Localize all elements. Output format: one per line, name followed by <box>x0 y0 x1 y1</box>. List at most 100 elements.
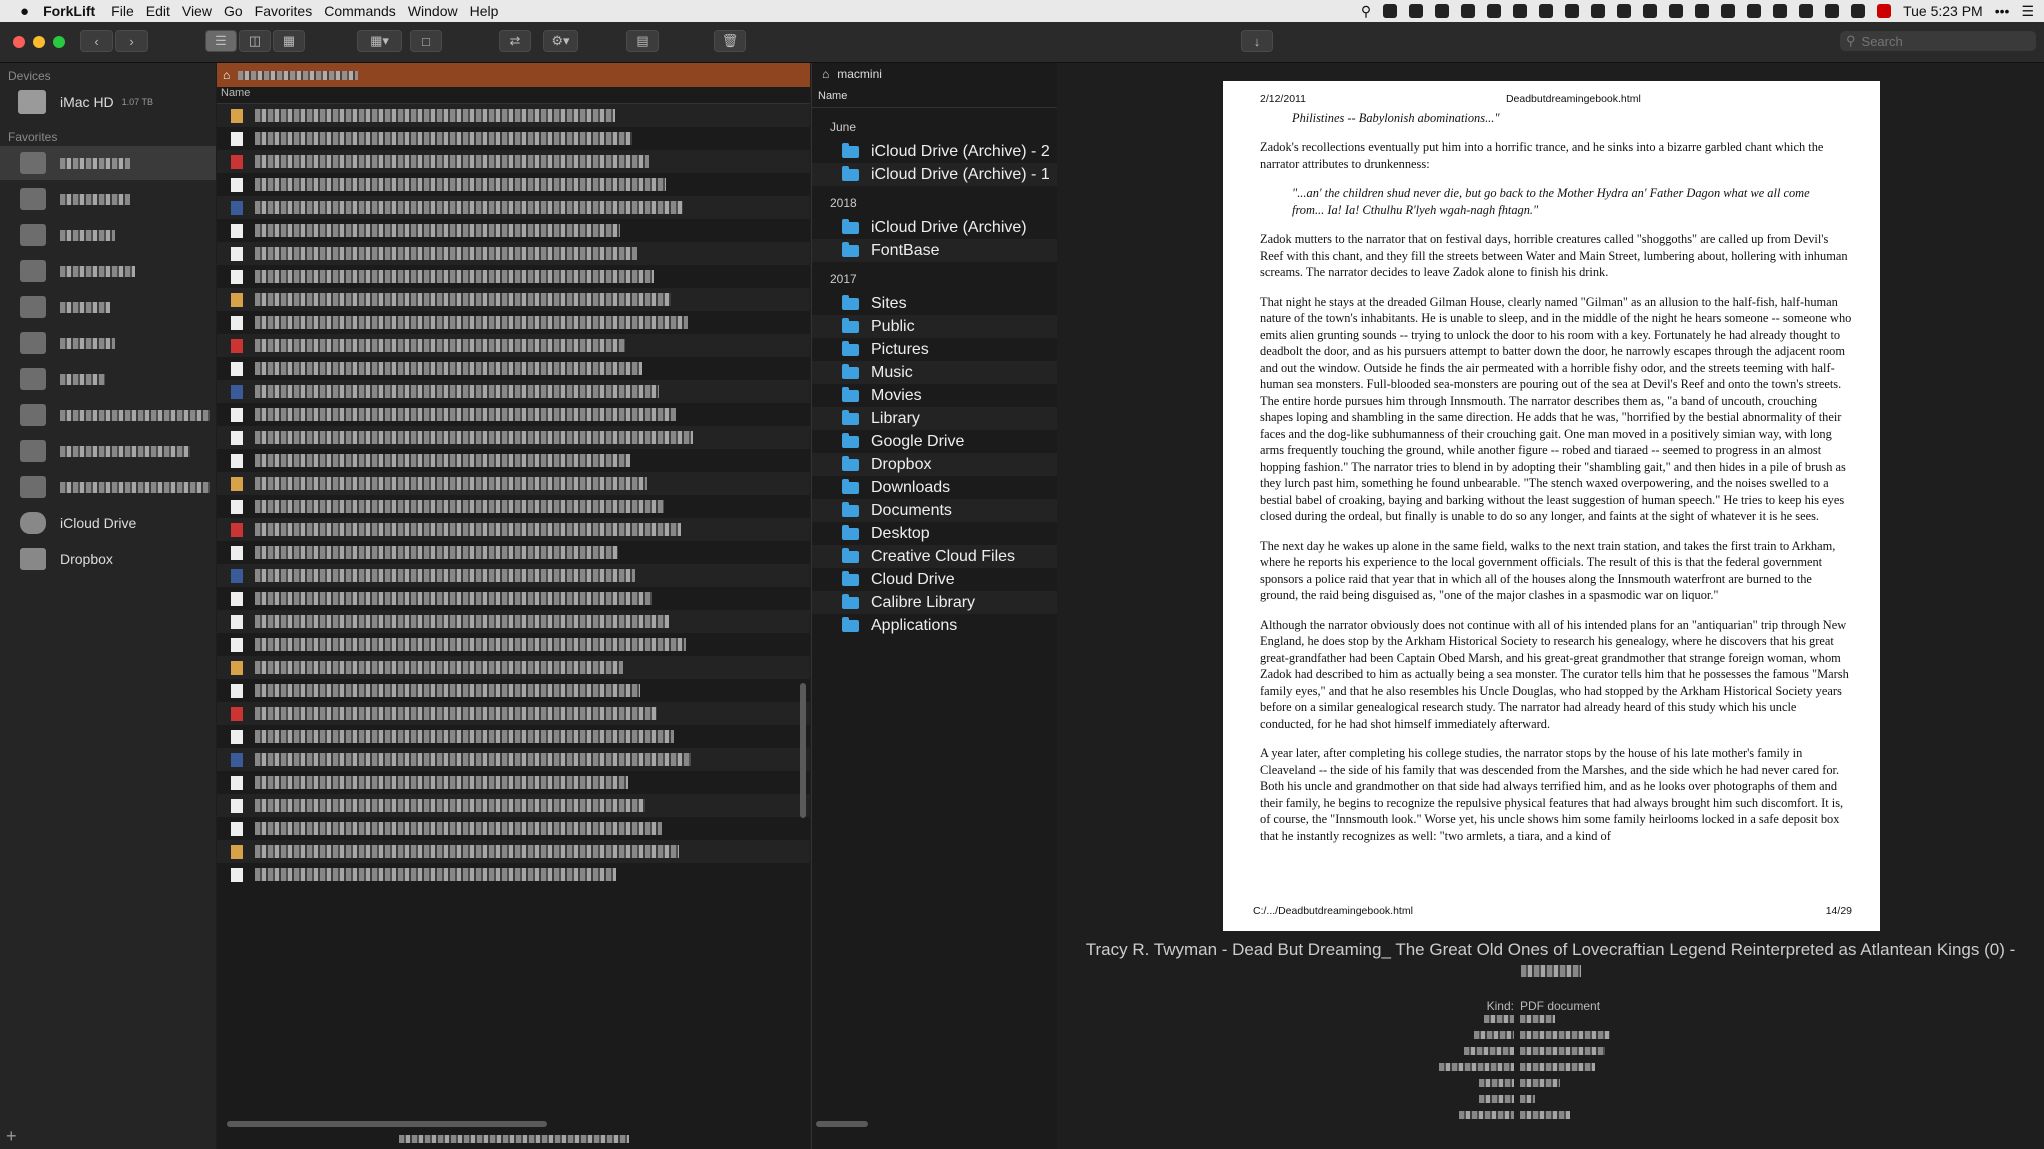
file-row[interactable] <box>217 196 810 219</box>
sidebar-item-imac-hd[interactable]: iMac HD 1.07 TB <box>0 85 216 119</box>
menu-view[interactable]: View <box>182 3 212 19</box>
transfer-button[interactable]: ↓ <box>1241 30 1273 52</box>
menu-help[interactable]: Help <box>470 3 499 19</box>
list-item[interactable]: iCloud Drive (Archive) - 1 <box>812 163 1057 186</box>
sidebar-item-icloud-drive[interactable]: iCloud Drive <box>0 506 216 540</box>
file-row[interactable] <box>217 725 810 748</box>
sidebar-favorite-item[interactable] <box>0 182 216 216</box>
status-app-icon[interactable] <box>1669 4 1684 18</box>
menu-file[interactable]: File <box>111 3 134 19</box>
horizontal-scrollbar[interactable] <box>816 1121 868 1127</box>
file-row[interactable] <box>217 426 810 449</box>
list-view-button[interactable]: ☰ <box>205 30 237 52</box>
calendar-icon[interactable] <box>1877 4 1892 18</box>
file-row[interactable] <box>217 817 810 840</box>
file-row[interactable] <box>217 242 810 265</box>
file-row[interactable] <box>217 518 810 541</box>
file-row[interactable] <box>217 403 810 426</box>
list-item[interactable]: Dropbox <box>812 453 1057 476</box>
close-window-button[interactable] <box>13 36 25 48</box>
status-app-icon[interactable] <box>1461 4 1476 18</box>
file-row[interactable] <box>217 679 810 702</box>
list-item[interactable]: iCloud Drive (Archive) - 2 <box>812 140 1057 163</box>
clock[interactable]: Tue 5:23 PM <box>1903 3 1983 19</box>
wifi-icon[interactable] <box>1721 4 1736 18</box>
list-item[interactable]: Creative Cloud Files <box>812 545 1057 568</box>
more-icon[interactable]: ••• <box>1995 3 2010 19</box>
file-row[interactable] <box>217 564 810 587</box>
column-view-button[interactable]: ◫ <box>239 30 271 52</box>
sync-button[interactable]: ⇄ <box>499 30 531 52</box>
menu-go[interactable]: Go <box>224 3 243 19</box>
vertical-scrollbar[interactable] <box>800 683 806 818</box>
file-row[interactable] <box>217 794 810 817</box>
file-row[interactable] <box>217 127 810 150</box>
file-row[interactable] <box>217 771 810 794</box>
sidebar-favorite-item[interactable] <box>0 326 216 360</box>
app-menu[interactable]: ForkLift <box>43 3 95 19</box>
menu-window[interactable]: Window <box>408 3 458 19</box>
file-row[interactable] <box>217 656 810 679</box>
file-row[interactable] <box>217 311 810 334</box>
file-row[interactable] <box>217 840 810 863</box>
spotlight-search-icon[interactable]: ⚲ <box>1361 3 1371 20</box>
list-item[interactable]: Public <box>812 315 1057 338</box>
status-app-icon[interactable] <box>1617 4 1632 18</box>
left-pane-path-bar[interactable]: ⌂ <box>217 63 810 87</box>
delete-button[interactable]: 🗑 <box>714 30 746 52</box>
file-row[interactable] <box>217 265 810 288</box>
file-row[interactable] <box>217 472 810 495</box>
list-item[interactable]: Music <box>812 361 1057 384</box>
sidebar-favorite-item[interactable] <box>0 362 216 396</box>
file-row[interactable] <box>217 495 810 518</box>
menu-edit[interactable]: Edit <box>146 3 170 19</box>
column-header-name[interactable]: Name <box>812 85 1057 108</box>
sidebar-favorite-item[interactable] <box>0 254 216 288</box>
file-row[interactable] <box>217 380 810 403</box>
file-row[interactable] <box>217 150 810 173</box>
list-item[interactable]: Calibre Library <box>812 591 1057 614</box>
new-file-button[interactable]: □ <box>410 30 442 52</box>
list-item[interactable]: Documents <box>812 499 1057 522</box>
icon-view-button[interactable]: ▦ <box>273 30 305 52</box>
sidebar-favorite-item[interactable] <box>0 146 216 180</box>
notification-center-icon[interactable]: ☰ <box>2021 3 2034 20</box>
add-favorite-button[interactable]: + <box>6 1126 17 1147</box>
horizontal-scrollbar[interactable] <box>227 1121 547 1127</box>
file-row[interactable] <box>217 219 810 242</box>
volume-icon[interactable] <box>1383 4 1398 18</box>
search-input[interactable] <box>1859 32 2024 50</box>
file-row[interactable] <box>217 334 810 357</box>
file-row[interactable] <box>217 633 810 656</box>
status-app-icon[interactable] <box>1643 4 1658 18</box>
menu-commands[interactable]: Commands <box>324 3 396 19</box>
status-app-icon[interactable] <box>1695 4 1710 18</box>
list-item[interactable]: Desktop <box>812 522 1057 545</box>
list-item[interactable]: Cloud Drive <box>812 568 1057 591</box>
file-row[interactable] <box>217 449 810 472</box>
back-button[interactable]: ‹ <box>80 30 113 52</box>
list-item[interactable]: iCloud Drive (Archive) <box>812 216 1057 239</box>
sidebar-favorite-item[interactable] <box>0 398 216 432</box>
list-item[interactable]: Downloads <box>812 476 1057 499</box>
minimize-window-button[interactable] <box>33 36 45 48</box>
status-app-icon[interactable] <box>1851 4 1866 18</box>
new-folder-button[interactable]: ▤ <box>626 30 659 52</box>
arrange-button[interactable]: ▦▾ <box>357 30 402 52</box>
status-app-icon[interactable] <box>1539 4 1554 18</box>
status-app-icon[interactable] <box>1409 4 1424 18</box>
sidebar-favorite-item[interactable] <box>0 470 216 504</box>
list-item[interactable]: Google Drive <box>812 430 1057 453</box>
right-pane-path-bar[interactable]: ⌂ macmini <box>812 63 1057 85</box>
file-row[interactable] <box>217 863 810 886</box>
list-item[interactable]: Library <box>812 407 1057 430</box>
action-button[interactable]: ⚙▾ <box>543 30 578 52</box>
list-item[interactable]: Applications <box>812 614 1057 637</box>
file-row[interactable] <box>217 587 810 610</box>
status-app-icon[interactable] <box>1799 4 1814 18</box>
file-row[interactable] <box>217 541 810 564</box>
list-item[interactable]: Pictures <box>812 338 1057 361</box>
status-app-icon[interactable] <box>1487 4 1502 18</box>
file-row[interactable] <box>217 104 810 127</box>
list-item[interactable]: FontBase <box>812 239 1057 262</box>
